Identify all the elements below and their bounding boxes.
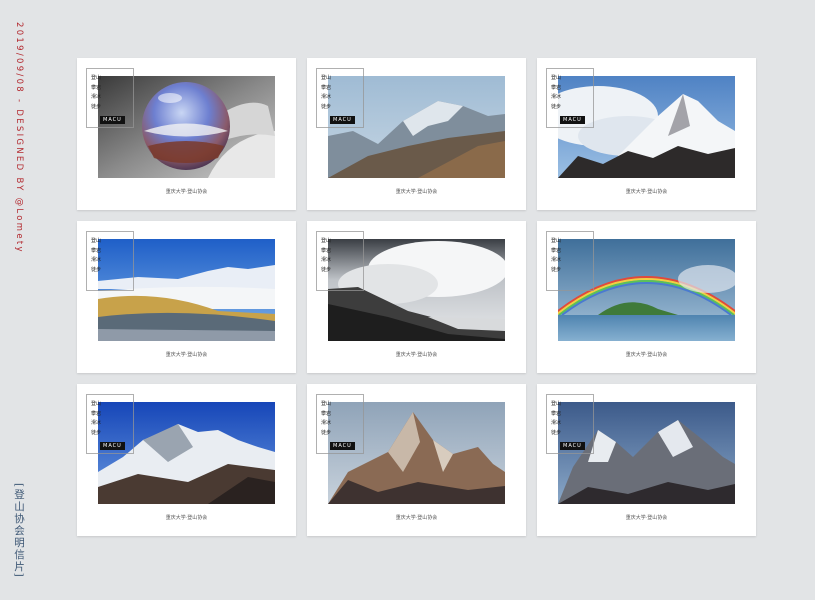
card-caption: 重庆大学·登山协会 xyxy=(625,189,668,195)
activity-item: 滑冰 xyxy=(321,420,332,426)
activity-item: 攀岩 xyxy=(551,247,562,254)
activity-item: 登山 xyxy=(321,401,332,407)
activity-item: 徒步 xyxy=(551,429,562,436)
postcard: 登山 攀岩 滑冰 徒步 MACU 重庆大学·登山协会 xyxy=(77,384,296,536)
activity-item: 徒步 xyxy=(91,266,102,273)
activity-item: 攀岩 xyxy=(551,84,562,91)
activity-item: 徒步 xyxy=(91,103,102,110)
postcard: 登山 攀岩 滑冰 徒步 MACU 重庆大学·登山协会 xyxy=(307,384,526,536)
postcard: 登山 攀岩 滑冰 徒步 MACU 重庆大学·登山协会 xyxy=(537,58,756,210)
activity-item: 登山 xyxy=(91,238,102,244)
activity-list: 登山 攀岩 滑冰 徒步 xyxy=(90,400,101,438)
activity-item: 登山 xyxy=(321,238,332,244)
card-caption: 重庆大学·登山协会 xyxy=(625,515,668,521)
activity-item: 攀岩 xyxy=(321,84,332,91)
activity-item: 攀岩 xyxy=(91,247,102,254)
activity-item: 滑冰 xyxy=(321,257,332,263)
side-title: [登山协会明信片] xyxy=(13,483,25,579)
activity-item: 徒步 xyxy=(321,429,332,436)
postcard: 登山 攀岩 滑冰 徒步 MACU 重庆大学·登山协会 xyxy=(77,58,296,210)
activity-item: 登山 xyxy=(551,401,562,407)
side-credit: 2019/09/08 - DESIGNED BY @Lomety xyxy=(14,22,24,254)
activity-item: 滑冰 xyxy=(551,420,562,426)
activity-item: 登山 xyxy=(551,75,562,81)
card-caption: 重庆大学·登山协会 xyxy=(395,189,438,195)
activity-item: 滑冰 xyxy=(321,94,332,100)
activity-item: 滑冰 xyxy=(91,420,102,426)
activity-list: 登山 攀岩 滑冰 徒步 xyxy=(550,400,561,438)
activity-list: 登山 攀岩 滑冰 徒步 xyxy=(90,74,101,112)
card-caption: 重庆大学·登山协会 xyxy=(165,352,208,358)
card-caption: 重庆大学·登山协会 xyxy=(395,352,438,358)
postcard: 登山 攀岩 滑冰 徒步 重庆大学·登山协会 xyxy=(307,221,526,373)
activity-item: 滑冰 xyxy=(91,257,102,263)
postcard-grid: 登山 攀岩 滑冰 徒步 MACU 重庆大学·登山协会 登山 攀岩 滑冰 徒步 M… xyxy=(77,58,756,536)
postcard: 登山 攀岩 滑冰 徒步 MACU 重庆大学·登山协会 xyxy=(307,58,526,210)
postcard: 登山 攀岩 滑冰 徒步 重庆大学·登山协会 xyxy=(537,221,756,373)
macu-badge: MACU xyxy=(100,442,125,450)
macu-badge: MACU xyxy=(560,442,585,450)
card-caption: 重庆大学·登山协会 xyxy=(165,189,208,195)
card-caption: 重庆大学·登山协会 xyxy=(395,515,438,521)
card-caption: 重庆大学·登山协会 xyxy=(625,352,668,358)
activity-list: 登山 攀岩 滑冰 徒步 xyxy=(90,237,101,275)
activity-list: 登山 攀岩 滑冰 徒步 xyxy=(550,74,561,112)
activity-list: 登山 攀岩 滑冰 徒步 xyxy=(320,237,331,275)
activity-item: 徒步 xyxy=(321,266,332,273)
activity-item: 攀岩 xyxy=(91,410,102,417)
activity-item: 滑冰 xyxy=(91,94,102,100)
activity-item: 登山 xyxy=(551,238,562,244)
activity-list: 登山 攀岩 滑冰 徒步 xyxy=(320,400,331,438)
activity-list: 登山 攀岩 滑冰 徒步 xyxy=(320,74,331,112)
activity-item: 徒步 xyxy=(551,103,562,110)
activity-item: 登山 xyxy=(321,75,332,81)
macu-badge: MACU xyxy=(100,116,125,124)
postcard: 登山 攀岩 滑冰 徒步 MACU 重庆大学·登山协会 xyxy=(537,384,756,536)
activity-item: 攀岩 xyxy=(91,84,102,91)
macu-badge: MACU xyxy=(330,442,355,450)
card-caption: 重庆大学·登山协会 xyxy=(165,515,208,521)
activity-item: 攀岩 xyxy=(321,247,332,254)
macu-badge: MACU xyxy=(330,116,355,124)
activity-item: 攀岩 xyxy=(321,410,332,417)
postcard: 登山 攀岩 滑冰 徒步 重庆大学·登山协会 xyxy=(77,221,296,373)
activity-item: 攀岩 xyxy=(551,410,562,417)
macu-badge: MACU xyxy=(560,116,585,124)
activity-item: 徒步 xyxy=(91,429,102,436)
activity-item: 滑冰 xyxy=(551,257,562,263)
activity-item: 徒步 xyxy=(551,266,562,273)
activity-item: 徒步 xyxy=(321,103,332,110)
activity-item: 登山 xyxy=(91,401,102,407)
activity-item: 登山 xyxy=(91,75,102,81)
activity-list: 登山 攀岩 滑冰 徒步 xyxy=(550,237,561,275)
activity-item: 滑冰 xyxy=(551,94,562,100)
